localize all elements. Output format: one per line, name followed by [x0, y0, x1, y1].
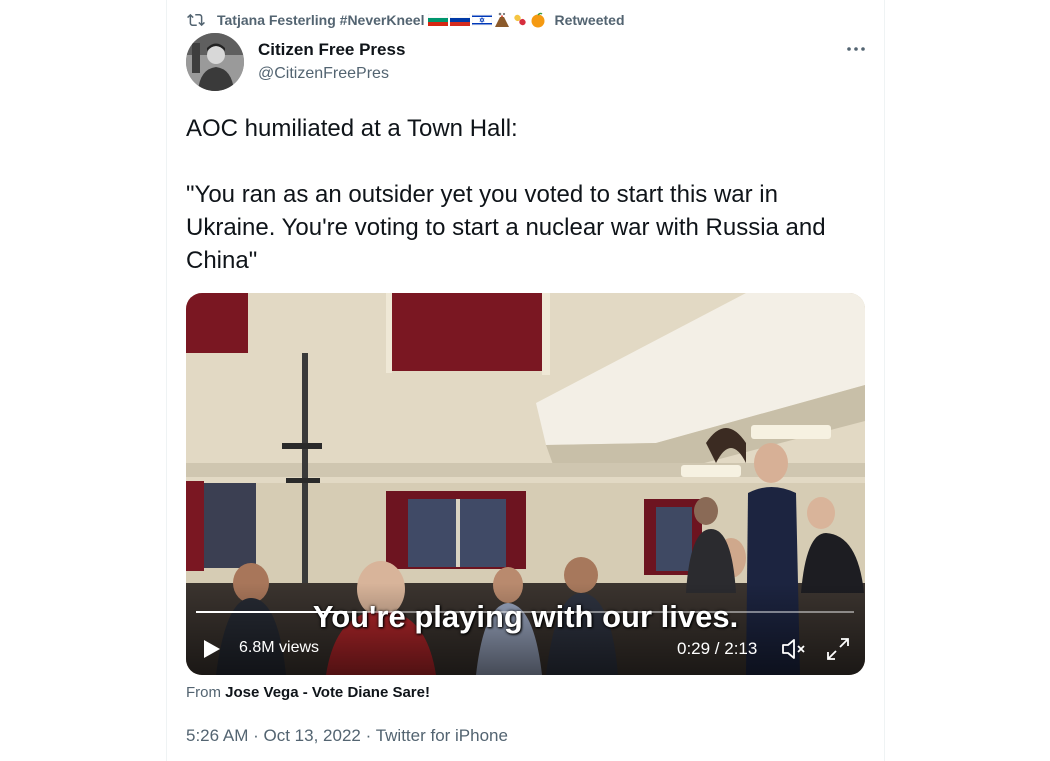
source-account-link[interactable]: Jose Vega - Vote Diane Sare!	[225, 684, 430, 701]
tweet-date[interactable]: Oct 13, 2022	[264, 726, 361, 745]
tweet-client[interactable]: Twitter for iPhone	[376, 726, 508, 745]
pill-icon	[514, 14, 527, 26]
russia-flag-icon	[450, 14, 471, 26]
more-options-icon[interactable]	[845, 40, 867, 58]
volume-muted-icon[interactable]	[779, 635, 807, 663]
video-time: 0:29 / 2:13	[677, 639, 758, 658]
avatar[interactable]	[186, 33, 244, 91]
play-icon[interactable]	[202, 638, 222, 660]
tweet-column: Tatjana Festerling #NeverKneel Retweeted	[166, 0, 885, 761]
video-player[interactable]: You're playing with our lives. 6.8M view…	[186, 293, 865, 675]
avatar-image	[186, 33, 244, 91]
tweet-text: AOC humiliated at a Town Hall: "You ran …	[186, 115, 826, 274]
author-name[interactable]: Citizen Free Press	[258, 40, 405, 60]
tweet-meta: 5:26 AM · Oct 13, 2022 · Twitter for iPh…	[186, 726, 508, 746]
video-subtitle: You're playing with our lives.	[312, 599, 739, 634]
author-handle[interactable]: @CitizenFreePres	[258, 65, 389, 83]
video-source: From Jose Vega - Vote Diane Sare!	[186, 684, 430, 701]
tweet-time[interactable]: 5:26 AM	[186, 726, 248, 745]
israel-flag-icon	[472, 14, 493, 26]
retweeter-name[interactable]: Tatjana Festerling #NeverKneel	[217, 12, 424, 28]
meta-separator: ·	[365, 726, 372, 745]
video-progress-fill	[196, 611, 348, 613]
source-prefix: From	[186, 684, 221, 701]
video-progress-bar[interactable]	[196, 611, 854, 613]
retweet-icon	[187, 13, 205, 27]
fullscreen-icon[interactable]	[824, 635, 852, 663]
retweeted-label: Retweeted	[554, 12, 625, 28]
volcano-icon	[495, 12, 510, 27]
meta-separator: ·	[253, 726, 259, 745]
view-count: 6.8M views	[239, 639, 320, 656]
retweet-context: Tatjana Festerling #NeverKneel Retweeted	[187, 10, 625, 30]
orange-icon	[531, 12, 545, 28]
bulgaria-flag-icon	[428, 14, 449, 26]
